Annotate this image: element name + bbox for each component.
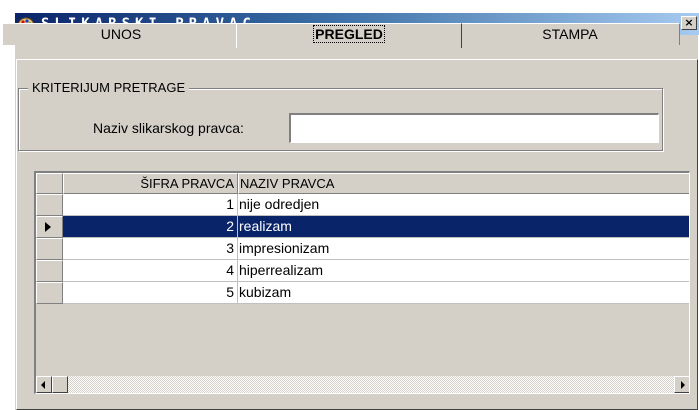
search-field-label: Naziv slikarskog pravca:: [93, 120, 244, 136]
cell-naziv[interactable]: kubizam: [238, 282, 689, 304]
cell-sifra[interactable]: 2: [63, 216, 238, 238]
cell-naziv[interactable]: realizam: [238, 216, 689, 238]
scroll-left-button[interactable]: [36, 376, 52, 393]
search-input[interactable]: [289, 113, 659, 143]
arrow-right-icon: [681, 381, 685, 389]
table-row[interactable]: 3 impresionizam: [36, 238, 689, 260]
tab-label: STAMPA: [542, 26, 598, 42]
row-indicator[interactable]: [36, 216, 63, 238]
cell-sifra[interactable]: 5: [63, 282, 238, 304]
cell-sifra[interactable]: 3: [63, 238, 238, 260]
row-indicator[interactable]: [36, 282, 63, 304]
horizontal-scrollbar[interactable]: [36, 376, 689, 393]
tab-stampa[interactable]: STAMPA: [460, 23, 680, 45]
grid-background: ŠIFRA PRAVCA NAZIV PRAVCA 1 nije odredje…: [36, 173, 689, 393]
row-indicator-header: [36, 173, 63, 194]
table-row[interactable]: 4 hiperrealizam: [36, 260, 689, 282]
cell-naziv[interactable]: hiperrealizam: [238, 260, 689, 282]
current-row-arrow-icon: [45, 222, 51, 232]
arrow-left-icon: [41, 381, 45, 389]
row-indicator[interactable]: [36, 260, 63, 282]
close-button[interactable]: ×: [681, 16, 697, 30]
tab-label: UNOS: [100, 26, 142, 42]
scroll-right-button[interactable]: [674, 376, 689, 393]
column-header-sifra[interactable]: ŠIFRA PRAVCA: [63, 173, 238, 194]
cell-naziv[interactable]: nije odredjen: [238, 194, 689, 216]
tab-unos[interactable]: UNOS: [2, 23, 240, 45]
scroll-thumb[interactable]: [52, 376, 68, 393]
table-row-selected[interactable]: 2 realizam: [36, 216, 689, 238]
row-indicator[interactable]: [36, 194, 63, 216]
tab-pregled[interactable]: PREGLED: [236, 23, 462, 48]
table-row[interactable]: 5 kubizam: [36, 282, 689, 304]
tab-label: PREGLED: [313, 25, 385, 43]
row-indicator[interactable]: [36, 238, 63, 260]
data-grid[interactable]: ŠIFRA PRAVCA NAZIV PRAVCA 1 nije odredje…: [34, 171, 690, 394]
cell-sifra[interactable]: 1: [63, 194, 238, 216]
cell-sifra[interactable]: 4: [63, 260, 238, 282]
table-row[interactable]: 1 nije odredjen: [36, 194, 689, 216]
group-title: KRITERIJUM PRETRAGE: [28, 80, 190, 96]
column-header-naziv[interactable]: NAZIV PRAVCA: [238, 173, 689, 194]
cell-naziv[interactable]: impresionizam: [238, 238, 689, 260]
